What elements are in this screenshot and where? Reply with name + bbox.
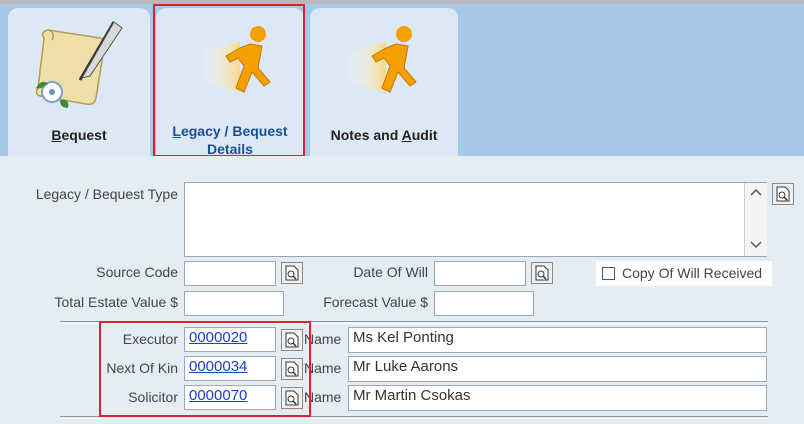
- source-code-field[interactable]: [184, 261, 276, 286]
- copy-of-will-checkbox-wrap[interactable]: Copy Of Will Received: [596, 261, 772, 286]
- source-code-label: Source Code: [96, 264, 178, 280]
- next-of-kin-lookup-button[interactable]: [281, 358, 303, 380]
- legacy-type-textarea[interactable]: [184, 182, 767, 257]
- tab-legacy-bequest-details[interactable]: Legacy / Bequest Details: [156, 8, 304, 157]
- solicitor-name-label: Name: [304, 389, 342, 405]
- date-of-will-label: Date Of Will: [353, 264, 428, 280]
- next-of-kin-label: Next Of Kin: [106, 360, 178, 376]
- total-estate-field[interactable]: [184, 291, 284, 316]
- copy-of-will-label: Copy Of Will Received: [622, 265, 763, 281]
- scroll-quill-icon: [35, 21, 123, 108]
- executor-label: Executor: [122, 331, 178, 347]
- executor-name-label: Name: [304, 331, 342, 347]
- legacy-type-scrollbar[interactable]: [744, 183, 767, 256]
- forecast-value-label: Forecast Value $: [323, 294, 428, 310]
- next-of-kin-name-label: Name: [304, 360, 342, 376]
- solicitor-name-field: Mr Martin Csokas: [348, 385, 767, 411]
- next-of-kin-name-field: Mr Luke Aarons: [348, 356, 767, 382]
- running-man-icon: [346, 26, 417, 93]
- solicitor-lookup-button[interactable]: [281, 387, 303, 409]
- lookup-icon: [285, 390, 299, 406]
- lookup-icon: [285, 265, 299, 281]
- forecast-value-field[interactable]: [434, 291, 534, 316]
- lookup-icon: [535, 265, 549, 281]
- tab-notes-label: Notes and Audit: [330, 127, 438, 143]
- tab-notes-and-audit[interactable]: Notes and Audit: [310, 8, 458, 156]
- date-of-will-field[interactable]: [434, 261, 526, 286]
- executor-name-field: Ms Kel Ponting: [348, 327, 767, 353]
- tab-bequest[interactable]: Bequest: [8, 8, 150, 156]
- executor-id-link[interactable]: 0000020: [184, 327, 276, 352]
- lookup-icon: [285, 361, 299, 377]
- copy-of-will-checkbox[interactable]: [602, 267, 615, 280]
- running-man-icon: [200, 26, 271, 93]
- solicitor-id-link[interactable]: 0000070: [184, 385, 276, 410]
- tab-bequest-label: Bequest: [51, 127, 107, 143]
- tab-legacy-label-line1: Legacy / Bequest: [172, 123, 288, 139]
- separator: [60, 416, 768, 419]
- legacy-type-lookup-button[interactable]: [772, 183, 794, 205]
- date-of-will-picker-button[interactable]: [531, 262, 553, 284]
- total-estate-label: Total Estate Value $: [54, 294, 178, 310]
- separator: [60, 321, 768, 324]
- lookup-icon: [776, 186, 790, 202]
- next-of-kin-id-link[interactable]: 0000034: [184, 356, 276, 381]
- executor-lookup-button[interactable]: [281, 329, 303, 351]
- lookup-icon: [285, 332, 299, 348]
- solicitor-label: Solicitor: [128, 389, 178, 405]
- tab-strip: Bequest Legacy / Bequest Details Notes a…: [0, 4, 804, 157]
- legacy-type-label: Legacy / Bequest Type: [35, 186, 178, 202]
